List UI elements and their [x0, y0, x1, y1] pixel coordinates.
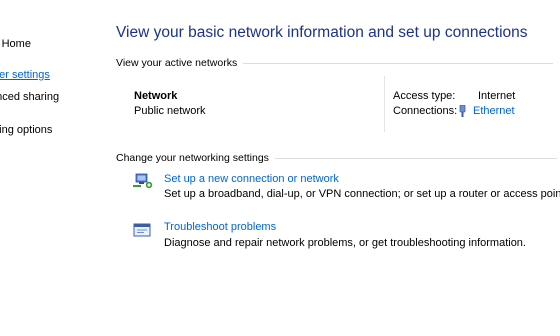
- sidebar-media-streaming[interactable]: ming options: [0, 124, 52, 136]
- sidebar-change-adapter-settings[interactable]: pter settings: [0, 69, 50, 81]
- connections-label: Connections:: [393, 105, 458, 117]
- active-networks-heading: View your active networks: [116, 57, 238, 69]
- network-setup-icon: [133, 173, 153, 189]
- access-type-label: Access type:: [393, 90, 456, 102]
- vertical-divider: [384, 76, 385, 132]
- troubleshoot-description: Diagnose and repair network problems, or…: [164, 237, 526, 249]
- active-networks-header: View your active networks: [116, 57, 554, 69]
- ethernet-connection-link[interactable]: Ethernet: [458, 105, 515, 117]
- left-pane: el Home pter settings anced sharing ming…: [0, 0, 100, 336]
- setup-connection-link[interactable]: Set up a new connection or network: [164, 173, 339, 185]
- networking-settings-heading: Change your networking settings: [116, 152, 269, 164]
- network-name: Network: [134, 90, 178, 102]
- ethernet-icon: [459, 105, 466, 117]
- access-type-value: Internet: [478, 90, 516, 102]
- troubleshoot-icon: [133, 223, 151, 237]
- sidebar-control-panel-home[interactable]: el Home: [0, 38, 31, 50]
- networking-settings-header: Change your networking settings: [116, 152, 557, 164]
- page-title: View your basic network information and …: [116, 24, 528, 41]
- troubleshoot-link[interactable]: Troubleshoot problems: [164, 221, 276, 233]
- network-category: Public network: [134, 105, 206, 117]
- section-divider: [243, 62, 554, 64]
- ethernet-label: Ethernet: [473, 105, 515, 117]
- section-divider: [274, 157, 557, 159]
- sidebar-advanced-sharing[interactable]: anced sharing: [0, 91, 59, 103]
- setup-connection-description: Set up a broadband, dial-up, or VPN conn…: [164, 188, 560, 200]
